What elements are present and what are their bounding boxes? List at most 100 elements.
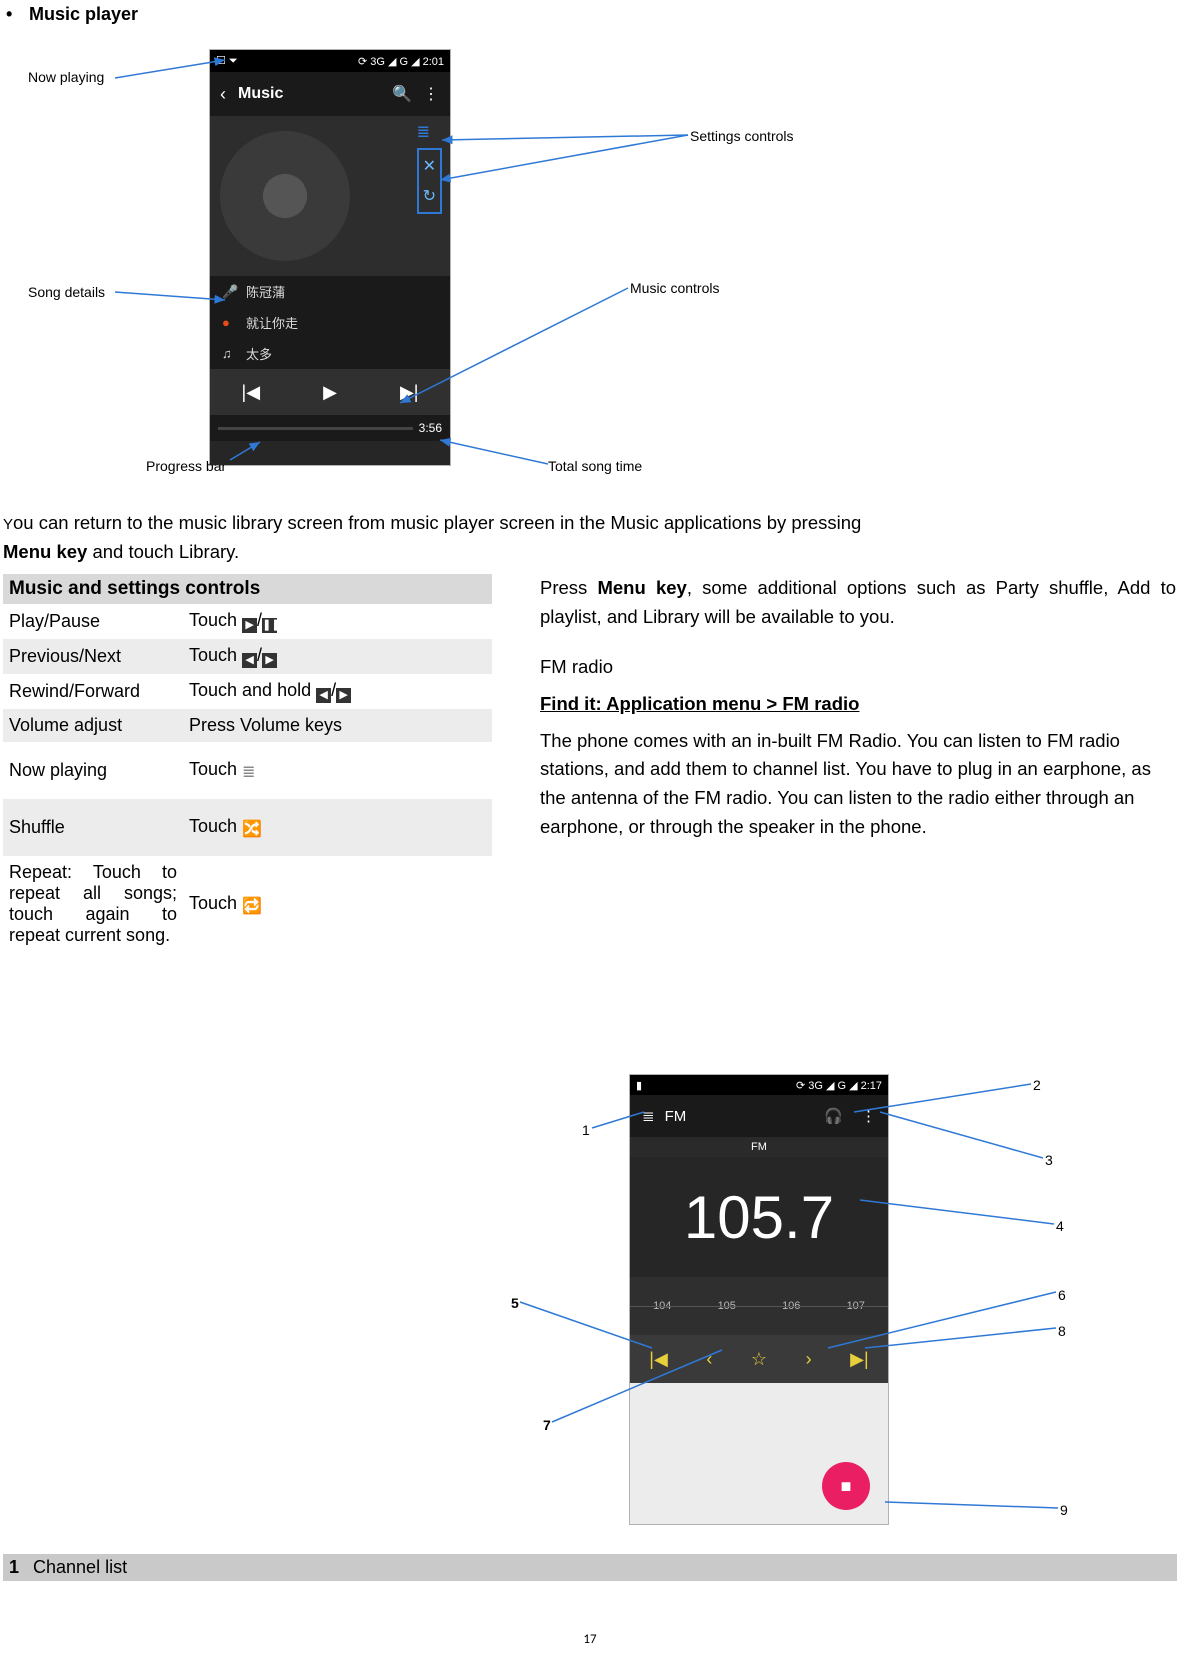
menu-key-2: Menu key [597,577,686,598]
next-button[interactable]: ▶| [400,382,419,403]
song-3: 太多 [246,344,272,363]
shuffle-icon: 🔀 [242,819,262,839]
fm-head-strip: FM [630,1137,888,1157]
music-connectors [0,40,1180,500]
row-label: Previous/Next [3,639,183,674]
song-2: 就让你走 [246,313,298,332]
play-icon: ▶ [242,618,257,633]
page-number: 17 [0,1632,1180,1647]
scan-next-icon[interactable]: ▶| [850,1349,869,1370]
table-header: Music and settings controls [3,574,492,604]
channel-list-icon[interactable]: ≣ [642,1107,655,1125]
overflow-icon[interactable]: ⋮ [422,84,440,104]
fm-top-bar: ≣ FM 🎧 ⋮ [630,1095,888,1137]
num-6: 6 [1058,1287,1066,1303]
row-label: Now playing [3,742,183,799]
row-action: Touch ▶/❚❚ [183,604,492,639]
next-icon: ▶ [262,653,277,668]
small-cap-y: Y [3,516,13,533]
dial-tick: 104 [653,1300,671,1312]
search-icon[interactable]: 🔍 [392,84,410,104]
repeat-icon[interactable]: ↻ [423,186,436,206]
mic-icon: 🎤 [222,284,236,300]
prev-button[interactable]: |◀ [242,382,261,403]
transport-bar: |◀ ▶ ▶| [210,369,450,415]
now-playing-dot: ● [222,315,236,330]
rp1-pre: Press [540,577,597,598]
total-time: 3:56 [419,421,442,435]
album-art-area: ≣ ✕ ↻ [210,116,450,276]
row-action: Touch 🔁 [183,856,492,952]
song-list: 🎤 陈冠蒲 ● 就让你走 ♫ 太多 [210,276,450,369]
para1-pre: ou can return to the music library scree… [13,512,861,533]
music-figure: Now playing Song details Progress bar Se… [0,40,1180,500]
favorite-icon[interactable]: ☆ [751,1349,767,1370]
channel-list-label: Channel list [33,1554,127,1581]
fm-label: FM [665,1108,687,1125]
fm-controls: |◀ ‹ ☆ › ▶| [630,1335,888,1383]
num-4: 4 [1056,1218,1064,1234]
status-right-2: ⟳ 3G ◢ G ◢ 2:17 [796,1079,882,1092]
num-3: 3 [1045,1152,1053,1168]
right-column: Press Menu key, some additional options … [540,574,1176,849]
next-icon: ▶ [336,688,351,703]
step-prev-icon[interactable]: ‹ [706,1349,712,1370]
fm-body-area: ■ [630,1383,888,1524]
status-right: ⟳ 3G ◢ G ◢ 2:01 [358,55,444,68]
fm-title: FM radio [540,653,1176,682]
menu-key-1: Menu key [3,541,87,562]
app-title: Music [238,85,380,103]
intro-paragraph: You can return to the music library scre… [3,509,1173,566]
pause-icon: ❚❚ [262,618,277,633]
music-player-mock: ☐ ⏷ ⟳ 3G ◢ G ◢ 2:01 ‹ Music 🔍 ⋮ ≣ ✕ ↻ [210,50,450,465]
headphone-icon[interactable]: 🎧 [824,1107,843,1125]
row-action: Press Volume keys [183,709,492,742]
num-9: 9 [1060,1502,1068,1518]
row-label: Volume adjust [3,709,183,742]
queue-icon[interactable]: ≣ [417,122,442,142]
record-fab[interactable]: ■ [822,1462,870,1510]
num-5: 5 [511,1295,519,1311]
fm-body: The phone comes with an in-built FM Radi… [540,727,1176,842]
prev-icon: ◀ [242,653,257,668]
row-label: Rewind/Forward [3,674,183,709]
row-action: Touch ◀/▶ [183,639,492,674]
prev-icon: ◀ [316,688,331,703]
song-1: 陈冠蒲 [246,282,285,301]
controls-table: Music and settings controls Play/Pause T… [3,574,492,952]
num-8: 8 [1058,1323,1066,1339]
progress-bar[interactable] [218,427,413,430]
row-label: Shuffle [3,799,183,856]
channel-list-bar: 1 Channel list [3,1554,1177,1581]
row-action: Touch and hold ◀/▶ [183,674,492,709]
num-1: 1 [582,1122,590,1138]
queue-icon: ≣ [242,762,255,782]
status-bar: ☐ ⏷ ⟳ 3G ◢ G ◢ 2:01 [210,50,450,72]
progress-bar-row: 3:56 [210,415,450,441]
back-icon[interactable]: ‹ [220,84,226,105]
num-7: 7 [543,1417,551,1433]
callout-settings-ctrls: Settings controls [690,128,794,144]
step-next-icon[interactable]: › [806,1349,812,1370]
shuffle-icon[interactable]: ✕ [423,156,436,176]
repeat-icon: 🔁 [242,896,262,916]
dial-tick: 107 [847,1300,865,1312]
dial-tick: 105 [718,1300,736,1312]
para1-post: and touch Library. [87,541,239,562]
fm-dial[interactable]: 104 105 106 107 [630,1277,888,1335]
fm-finder: Find it: Application menu > FM radio [540,693,859,714]
play-button[interactable]: ▶ [323,382,337,403]
bullet-icon: • [6,4,24,25]
row-action: Touch 🔀 [183,799,492,856]
dial-tick: 106 [782,1300,800,1312]
status-bar-2: ▮ ⟳ 3G ◢ G ◢ 2:17 [630,1075,888,1095]
callout-song-details: Song details [28,284,105,300]
fm-overflow-icon[interactable]: ⋮ [861,1107,876,1125]
fm-frequency: 105.7 [630,1157,888,1277]
fm-radio-mock: ▮ ⟳ 3G ◢ G ◢ 2:17 ≣ FM 🎧 ⋮ FM 105.7 104 … [630,1075,888,1524]
track-icon: ♫ [222,346,236,361]
scan-prev-icon[interactable]: |◀ [649,1349,668,1370]
row-label: Repeat: Touch to repeat all songs; touch… [3,856,183,952]
status-left: ☐ ⏷ [216,54,238,68]
fm-figure: ▮ ⟳ 3G ◢ G ◢ 2:17 ≣ FM 🎧 ⋮ FM 105.7 104 … [500,1070,1170,1530]
